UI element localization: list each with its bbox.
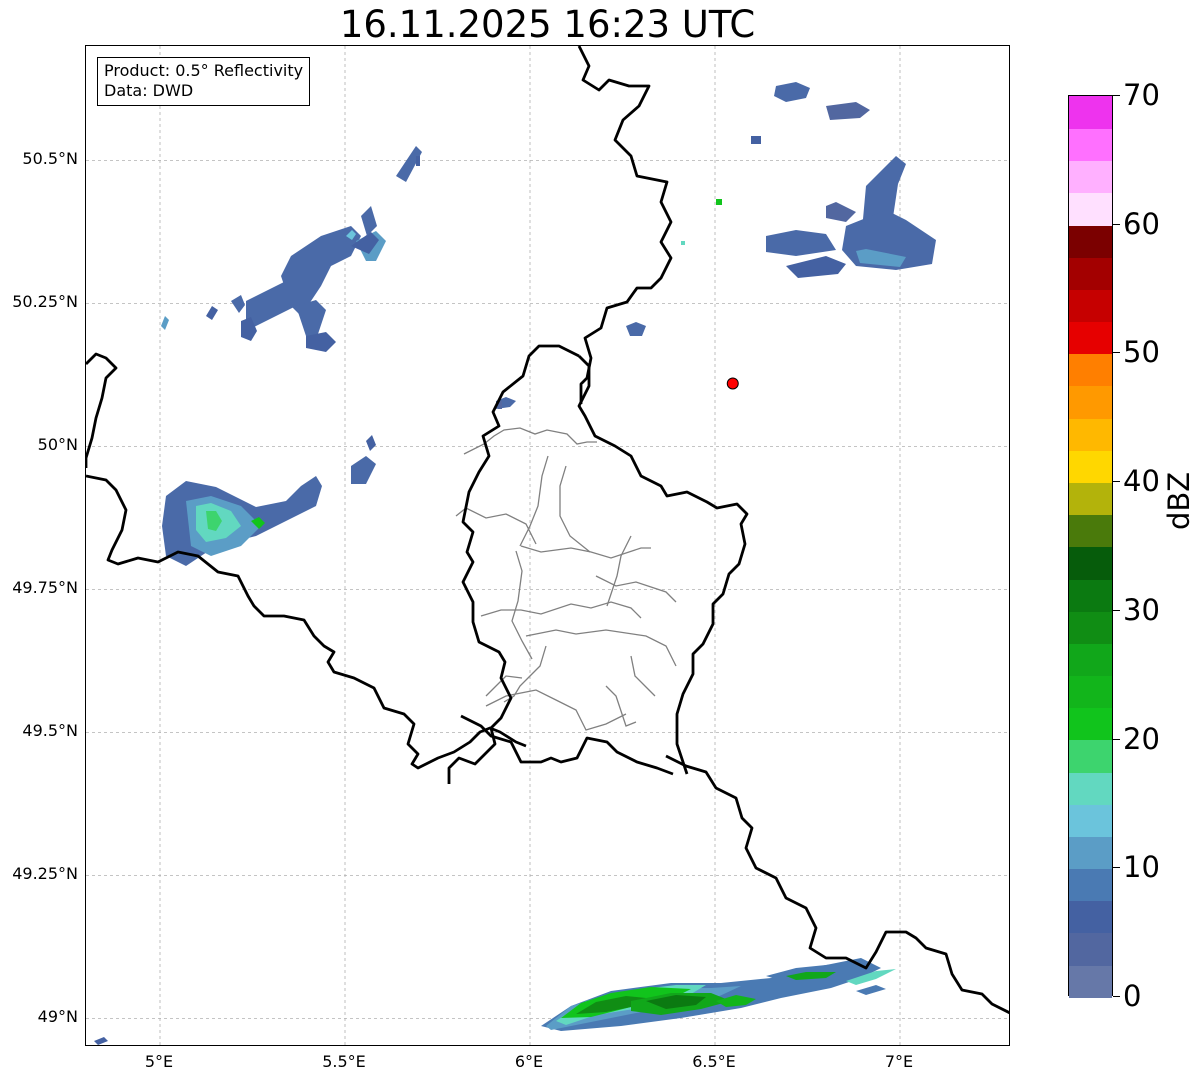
colorbar-segment [1069,771,1112,805]
colorbar-tick-mark [1113,609,1120,611]
colorbar-segment [1069,449,1112,483]
colorbar-tick-mark [1113,867,1120,869]
product-label: Product: 0.5° Reflectivity [104,61,304,80]
colorbar [1068,95,1113,998]
colorbar-segment [1069,417,1112,451]
lat-tick-label: 49.5°N [22,721,78,741]
colorbar-tick-label: 40 [1123,464,1160,499]
echo-cluster-northwest [161,146,516,409]
colorbar-tick-label: 60 [1123,206,1160,241]
colorbar-segment [1069,964,1112,998]
colorbar-segment [1069,932,1112,966]
colorbar-tick-mark [1113,352,1120,354]
data-source-label: Data: DWD [104,81,194,100]
lat-tick-label: 49°N [37,1007,78,1027]
colorbar-segment [1069,739,1112,773]
colorbar-tick-label: 10 [1123,850,1160,885]
map-title: 16.11.2025 16:23 UTC [339,3,756,46]
colorbar-segment [1069,482,1112,516]
colorbar-tick-label: 0 [1123,979,1142,1013]
radar-echoes [94,82,936,1045]
lon-tick-label: 5.5°E [322,1052,366,1071]
echo-cluster-northeast [626,82,936,336]
colorbar-tick-label: 70 [1123,78,1160,112]
lat-tick-label: 50.25°N [12,292,78,312]
colorbar-segment [1069,321,1112,355]
echo-cluster-south [94,958,896,1045]
lat-tick-label: 50.5°N [22,149,78,169]
colorbar-segment [1069,128,1112,162]
colorbar-segment [1069,546,1112,580]
colorbar-tick-mark [1113,223,1120,225]
colorbar-segment [1069,256,1112,290]
colorbar-tick-mark [1113,481,1120,483]
lon-tick-label: 7°E [884,1052,914,1071]
colorbar-segment [1069,675,1112,709]
colorbar-segment [1069,610,1112,644]
colorbar-segment [1069,289,1112,323]
colorbar-tick-mark [1113,95,1120,96]
map-frame[interactable] [85,45,1010,1046]
colorbar-tick-label: 50 [1123,335,1160,370]
radar-map [86,46,1009,1045]
lon-tick-label: 6°E [514,1052,544,1071]
colorbar-segment [1069,836,1112,870]
colorbar-segment [1069,707,1112,741]
colorbar-segment [1069,160,1112,194]
lat-tick-label: 50°N [37,435,78,455]
radar-site-marker[interactable] [726,377,739,390]
colorbar-segment [1069,643,1112,677]
colorbar-tick-label: 30 [1123,592,1160,627]
colorbar-segment [1069,578,1112,612]
lat-tick-label: 49.75°N [12,578,78,598]
colorbar-segment [1069,900,1112,934]
colorbar-tick-label: 20 [1123,721,1160,756]
colorbar-segment [1069,385,1112,419]
echo-cluster-west [162,435,376,566]
colorbar-segment [1069,224,1112,258]
lat-tick-label: 49.25°N [12,864,78,884]
colorbar-segment [1069,192,1112,226]
lon-tick-label: 6.5°E [692,1052,736,1071]
colorbar-unit-label: dBZ [1162,471,1196,530]
colorbar-segment [1069,868,1112,902]
colorbar-segment [1069,803,1112,837]
colorbar-segment [1069,353,1112,387]
colorbar-tick-mark [1113,738,1120,740]
colorbar-tick-mark [1113,996,1120,997]
colorbar-segment [1069,514,1112,548]
colorbar-segment [1069,96,1112,129]
lon-tick-label: 5°E [144,1052,174,1071]
info-box: Product: 0.5° Reflectivity Data: DWD [97,57,311,106]
district-boundaries [455,427,677,731]
